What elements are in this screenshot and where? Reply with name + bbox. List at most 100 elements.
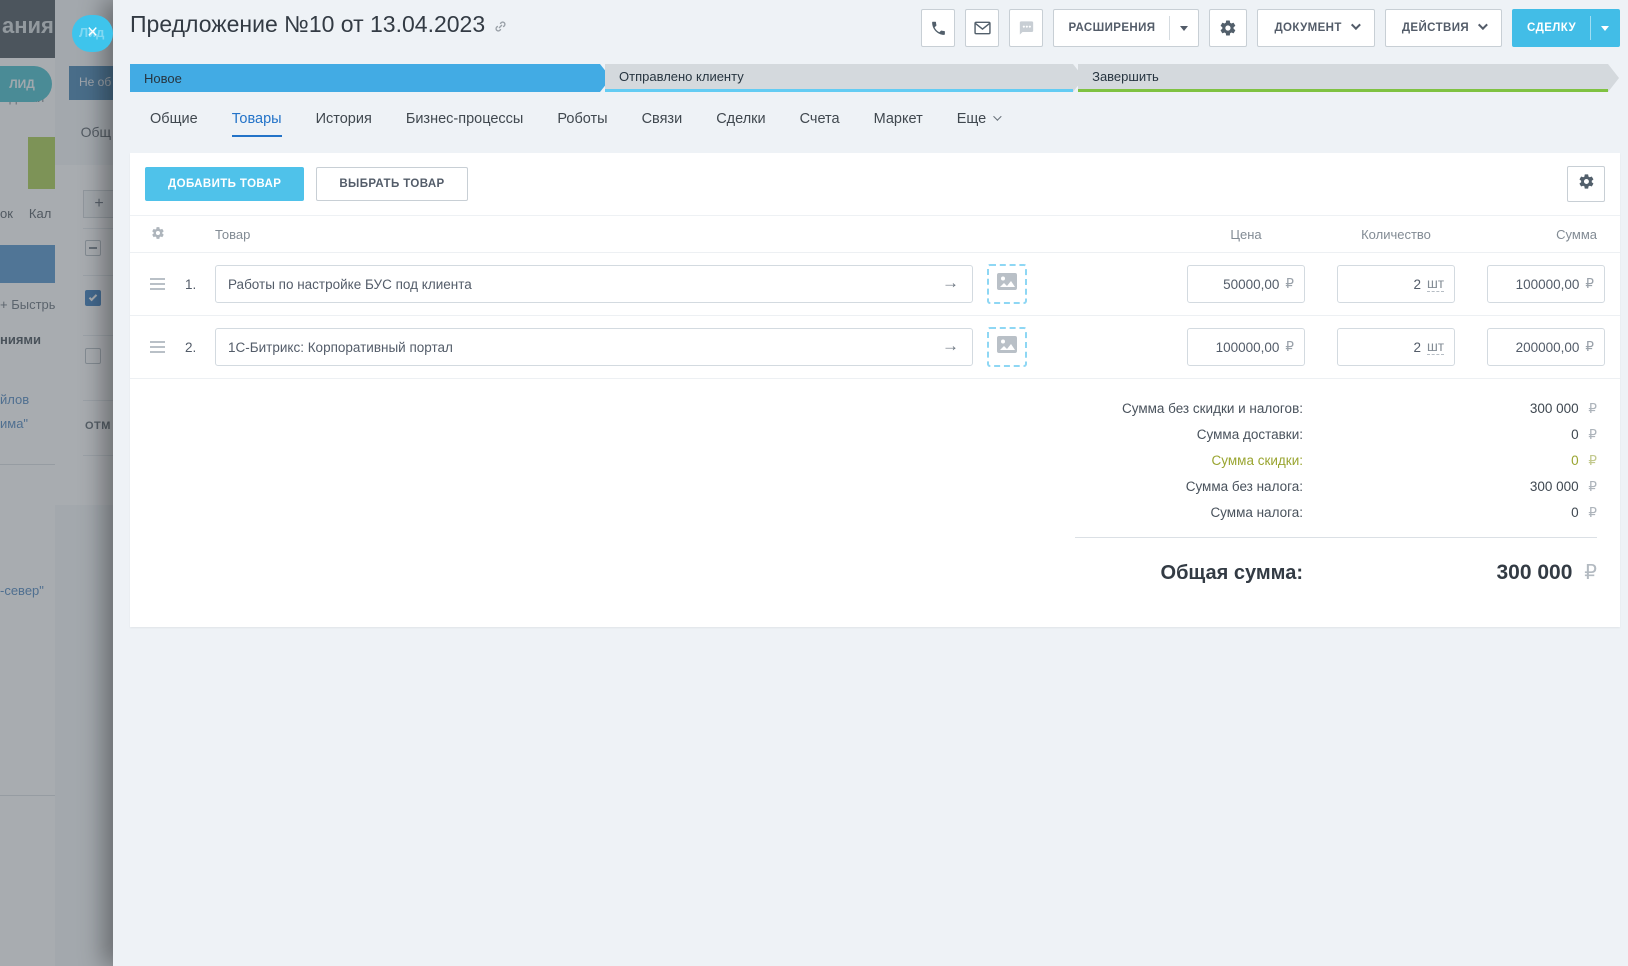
document-label: ДОКУМЕНТ	[1274, 22, 1341, 34]
price-value: 100000,00	[1216, 340, 1280, 355]
summary-value: 300 000 ₽	[1303, 401, 1597, 417]
tab-more[interactable]: Еще	[957, 111, 1000, 137]
call-button[interactable]	[921, 9, 955, 47]
product-name-input[interactable]: 1С-Битрикс: Корпоративный портал →	[215, 328, 973, 366]
create-deal-split-button[interactable]: СДЕЛКУ	[1512, 9, 1620, 47]
summary-row-discount: Сумма скидки: 0 ₽	[145, 453, 1597, 469]
summary-row: Сумма налога: 0 ₽	[145, 505, 1597, 521]
stage-progress-bar: Новое Отправлено клиенту Завершить	[130, 64, 1620, 92]
drag-handle-icon[interactable]	[150, 278, 165, 290]
currency-sign: ₽	[1285, 276, 1294, 292]
row-name-cell: 1С-Битрикс: Корпоративный портал →	[215, 327, 1027, 367]
tab-history[interactable]: История	[316, 111, 372, 137]
summary-row: Сумма без налога: 300 000 ₽	[145, 479, 1597, 495]
header-actions: РАСШИРЕНИЯ ДОКУМЕНТ ДЕЙСТВИЯ	[921, 9, 1620, 47]
stage-sent-to-client[interactable]: Отправлено клиенту	[605, 64, 1073, 92]
gear-icon	[151, 226, 165, 243]
currency-sign: ₽	[1585, 276, 1594, 292]
row-number: 2.	[185, 340, 215, 355]
gear-icon	[1219, 19, 1237, 37]
chevron-down-icon	[993, 112, 1001, 120]
stage-finish[interactable]: Завершить	[1078, 64, 1608, 92]
unit-selector[interactable]: шт	[1427, 339, 1444, 355]
tab-products[interactable]: Товары	[232, 111, 282, 137]
row-drag-area	[130, 278, 185, 290]
create-deal-dropdown[interactable]	[1591, 10, 1619, 46]
unit-selector[interactable]: шт	[1427, 276, 1444, 292]
summary-label: Сумма доставки:	[1197, 427, 1303, 443]
chevron-down-icon	[1478, 20, 1488, 30]
table-settings-button[interactable]	[1567, 166, 1605, 202]
products-card: ДОБАВИТЬ ТОВАР ВЫБРАТЬ ТОВАР	[130, 153, 1620, 627]
tab-general[interactable]: Общие	[150, 111, 198, 137]
summary-value: 0 ₽	[1303, 453, 1597, 469]
summary-value: 300 000 ₽	[1303, 479, 1597, 495]
modal-dim-overlay[interactable]	[0, 0, 113, 966]
detail-tabs: Общие Товары История Бизнес-процессы Роб…	[130, 106, 1620, 142]
drag-handle-icon[interactable]	[150, 341, 165, 353]
copy-link-icon[interactable]	[493, 13, 508, 40]
tab-more-label: Еще	[957, 111, 987, 127]
sum-input[interactable]: 200000,00 ₽	[1487, 328, 1605, 366]
summary-label: Сумма скидки:	[1212, 453, 1303, 469]
totals-summary: Сумма без скидки и налогов: 300 000 ₽ Су…	[130, 379, 1620, 538]
select-product-button[interactable]: ВЫБРАТЬ ТОВАР	[316, 167, 467, 201]
currency-sign: ₽	[1588, 427, 1597, 442]
summary-label: Сумма без скидки и налогов:	[1122, 401, 1303, 417]
add-product-button[interactable]: ДОБАВИТЬ ТОВАР	[145, 167, 304, 201]
chat-icon	[1018, 20, 1035, 36]
currency-sign: ₽	[1285, 339, 1294, 355]
products-toolbar: ДОБАВИТЬ ТОВАР ВЫБРАТЬ ТОВАР	[130, 153, 1620, 216]
proposal-title: Предложение №10 от 13.04.2023	[130, 11, 485, 38]
settings-button[interactable]	[1209, 9, 1247, 47]
tab-market[interactable]: Маркет	[874, 111, 923, 137]
currency-sign: ₽	[1585, 339, 1594, 355]
tab-business-processes[interactable]: Бизнес-процессы	[406, 111, 524, 137]
stage-new[interactable]: Новое	[130, 64, 600, 92]
email-button[interactable]	[965, 9, 999, 47]
summary-value: 0 ₽	[1303, 505, 1597, 521]
product-image-dropzone[interactable]	[987, 264, 1027, 304]
price-value: 50000,00	[1223, 277, 1279, 292]
document-button[interactable]: ДОКУМЕНТ	[1257, 9, 1374, 47]
column-header-price: Цена	[1187, 227, 1305, 242]
table-header: Товар Цена Количество Сумма	[130, 216, 1620, 253]
tab-robots[interactable]: Роботы	[557, 111, 607, 137]
extensions-label[interactable]: РАСШИРЕНИЯ	[1054, 10, 1169, 46]
column-settings-button[interactable]	[130, 226, 185, 243]
money-column-headers: Цена Количество Сумма	[1187, 227, 1605, 242]
tab-invoices[interactable]: Счета	[800, 111, 840, 137]
summary-value: 0 ₽	[1303, 427, 1597, 443]
summary-row: Сумма доставки: 0 ₽	[145, 427, 1597, 443]
price-input[interactable]: 100000,00 ₽	[1187, 328, 1305, 366]
quantity-value: 2	[1413, 340, 1421, 355]
mail-icon	[974, 21, 991, 35]
sum-input[interactable]: 100000,00 ₽	[1487, 265, 1605, 303]
create-deal-label[interactable]: СДЕЛКУ	[1513, 10, 1590, 46]
currency-sign: ₽	[1588, 401, 1597, 416]
grand-total-value: 300 000 ₽	[1303, 560, 1597, 585]
tab-deals[interactable]: Сделки	[716, 111, 765, 137]
actions-button[interactable]: ДЕЙСТВИЯ	[1385, 9, 1502, 47]
quantity-input[interactable]: 2 шт	[1337, 328, 1455, 366]
gear-icon	[1578, 173, 1595, 195]
product-name-value: Работы по настройке БУС под клиента	[228, 277, 472, 292]
extensions-dropdown[interactable]	[1170, 10, 1198, 46]
column-header-sum: Сумма	[1487, 227, 1605, 242]
close-slider-button[interactable]: Лид ×	[72, 15, 113, 52]
product-name-input[interactable]: Работы по настройке БУС под клиента →	[215, 265, 973, 303]
currency-sign: ₽	[1584, 562, 1597, 584]
quantity-input[interactable]: 2 шт	[1337, 265, 1455, 303]
summary-label: Сумма без налога:	[1186, 479, 1303, 495]
row-drag-area	[130, 341, 185, 353]
price-input[interactable]: 50000,00 ₽	[1187, 265, 1305, 303]
extensions-split-button[interactable]: РАСШИРЕНИЯ	[1053, 9, 1199, 47]
tab-links[interactable]: Связи	[642, 111, 683, 137]
currency-sign: ₽	[1588, 505, 1597, 520]
image-icon	[997, 336, 1017, 358]
open-product-arrow-icon[interactable]: →	[942, 273, 959, 293]
title-bar: Предложение №10 от 13.04.2023	[130, 0, 1620, 47]
product-image-dropzone[interactable]	[987, 327, 1027, 367]
row-money-cells: 100000,00 ₽ 2 шт 200000,00 ₽	[1187, 328, 1605, 366]
open-product-arrow-icon[interactable]: →	[942, 336, 959, 356]
